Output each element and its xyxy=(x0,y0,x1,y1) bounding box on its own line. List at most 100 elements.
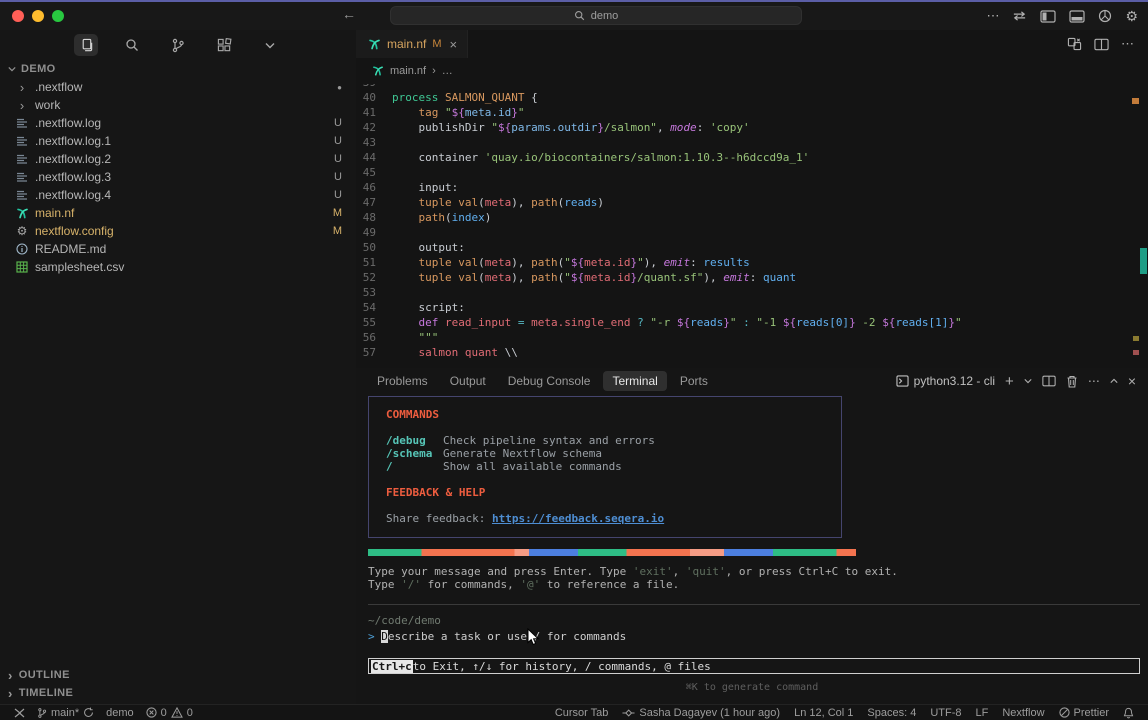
generate-command-hint: ⌘K to generate command xyxy=(356,681,1148,694)
code-line-47: 47 tuple val(meta), path(reads) xyxy=(356,195,1148,210)
encoding-indicator[interactable]: UTF-8 xyxy=(930,707,961,719)
panel-tab-terminal[interactable]: Terminal xyxy=(603,371,666,391)
maximize-window-button[interactable] xyxy=(52,10,64,22)
toggle-sidebar-icon[interactable] xyxy=(1040,10,1056,23)
error-icon xyxy=(146,707,157,718)
line-number: 43 xyxy=(356,135,392,150)
code-line-51: 51 tuple val(meta), path("${meta.id}"), … xyxy=(356,255,1148,270)
customize-layout-icon[interactable] xyxy=(1098,9,1112,23)
kill-terminal-trash-icon[interactable] xyxy=(1066,375,1078,388)
file-item--nextflow-log-3[interactable]: .nextflow.log.3U xyxy=(0,168,356,186)
file-name: .nextflow xyxy=(35,80,337,94)
git-status-badge: U xyxy=(334,117,342,129)
terminal-content[interactable]: COMMANDS /debugCheck pipeline syntax and… xyxy=(356,394,1148,704)
notifications-bell-icon[interactable] xyxy=(1123,707,1134,719)
file-name: samplesheet.csv xyxy=(35,260,342,274)
file-item--nextflow-log-4[interactable]: .nextflow.log.4U xyxy=(0,186,356,204)
file-name: README.md xyxy=(35,242,342,256)
code-line-42: 42 publishDir "${params.outdir}/salmon",… xyxy=(356,120,1148,135)
panel-tab-debug-console[interactable]: Debug Console xyxy=(499,371,600,391)
source-control-icon[interactable] xyxy=(166,34,190,56)
explorer-section-header[interactable]: DEMO xyxy=(0,60,356,78)
minimize-window-button[interactable] xyxy=(32,10,44,22)
window-controls xyxy=(12,10,64,22)
chevron-right-icon: › xyxy=(8,686,13,701)
panel-tab-output[interactable]: Output xyxy=(441,371,495,391)
panel-tab-ports[interactable]: Ports xyxy=(671,371,717,391)
git-blame-indicator[interactable]: Sasha Dagayev (1 hour ago) xyxy=(622,707,780,719)
command-center-search[interactable]: demo xyxy=(390,6,802,25)
git-branch-indicator[interactable]: main* xyxy=(37,707,94,719)
file-item-nextflow-config[interactable]: ⚙nextflow.configM xyxy=(0,222,356,240)
panel-tab-problems[interactable]: Problems xyxy=(368,371,437,391)
git-status-badge: U xyxy=(334,171,342,183)
remote-indicator-icon xyxy=(14,708,25,718)
prompt-placeholder: escribe a task or use / for commands xyxy=(388,630,626,643)
views-chevron-down-icon[interactable] xyxy=(258,34,282,56)
editor-scrollbar[interactable] xyxy=(1140,248,1147,274)
new-terminal-icon[interactable]: + xyxy=(1005,373,1014,390)
split-terminal-icon[interactable] xyxy=(1042,375,1056,387)
file-item-samplesheet-csv[interactable]: samplesheet.csv xyxy=(0,258,356,276)
tab-main-nf[interactable]: main.nf M × xyxy=(356,30,468,58)
toggle-panel-icon[interactable] xyxy=(1069,10,1085,23)
problems-indicator[interactable]: 0 0 xyxy=(146,707,193,719)
more-actions-icon[interactable]: ⋯ xyxy=(1121,36,1134,52)
code-editor[interactable]: 3940process SALMON_QUANT {41 tag "${meta… xyxy=(356,84,1148,368)
feedback-link[interactable]: https://feedback.seqera.io xyxy=(492,512,664,525)
split-editor-icon[interactable] xyxy=(1094,38,1109,51)
command-list: /debugCheck pipeline syntax and errors/s… xyxy=(386,434,831,473)
cursor-position-indicator[interactable]: Ln 12, Col 1 xyxy=(794,707,853,719)
tab-close-icon[interactable]: × xyxy=(450,37,458,52)
search-view-icon[interactable] xyxy=(120,34,144,56)
line-number: 47 xyxy=(356,195,392,210)
nextflow-icon xyxy=(14,207,30,220)
code-line-48: 48 path(index) xyxy=(356,210,1148,225)
extensions-icon[interactable] xyxy=(212,34,236,56)
git-branch-icon xyxy=(37,707,47,719)
project-indicator[interactable]: demo xyxy=(106,707,134,719)
eol-indicator[interactable]: LF xyxy=(976,707,989,719)
vscode-window: ← demo ⋯ ⚙ xyxy=(0,0,1148,720)
formatter-indicator[interactable]: Prettier xyxy=(1059,707,1109,719)
line-number: 44 xyxy=(356,150,392,165)
code-line-50: 50 output: xyxy=(356,240,1148,255)
file-item-main-nf[interactable]: main.nfM xyxy=(0,204,356,222)
file-item-README-md[interactable]: README.md xyxy=(0,240,356,258)
close-panel-icon[interactable]: × xyxy=(1128,373,1136,389)
file-name: work xyxy=(35,98,342,112)
outline-section-header[interactable]: › OUTLINE xyxy=(0,666,356,684)
remote-indicator[interactable] xyxy=(14,708,25,718)
file-item-work[interactable]: › work xyxy=(0,96,356,114)
open-changes-icon[interactable] xyxy=(1067,37,1082,51)
minimap-marker xyxy=(1132,98,1139,104)
terminal-prompt[interactable]: > Describe a task or use / for commands xyxy=(368,630,1148,643)
title-bar: ← demo ⋯ ⚙ xyxy=(0,2,1148,30)
line-number: 57 xyxy=(356,345,392,360)
sync-arrows-icon[interactable] xyxy=(1012,10,1027,22)
timeline-section-header[interactable]: › TIMELINE xyxy=(0,684,356,702)
breadcrumb[interactable]: main.nf › … xyxy=(356,58,1148,84)
feedback-line: Share feedback: https://feedback.seqera.… xyxy=(386,512,831,525)
back-button[interactable]: ← xyxy=(342,6,356,22)
language-mode-indicator[interactable]: Nextflow xyxy=(1002,707,1044,719)
file-item--nextflow-log-1[interactable]: .nextflow.log.1U xyxy=(0,132,356,150)
file-item--nextflow[interactable]: ›.nextflow● xyxy=(0,78,356,96)
panel-more-icon[interactable]: ⋯ xyxy=(1088,374,1100,388)
chevron-right-icon: › xyxy=(14,98,30,113)
explorer-icon[interactable] xyxy=(74,34,98,56)
git-status-badge: ● xyxy=(337,83,342,92)
file-item--nextflow-log-2[interactable]: .nextflow.log.2U xyxy=(0,150,356,168)
chevron-down-icon[interactable] xyxy=(1024,378,1032,384)
file-item--nextflow-log[interactable]: .nextflow.logU xyxy=(0,114,356,132)
cursor-tab-toggle[interactable]: Cursor Tab xyxy=(555,707,609,719)
code-line-43: 43 xyxy=(356,135,1148,150)
settings-gear-icon[interactable]: ⚙ xyxy=(1125,6,1138,26)
maximize-panel-icon[interactable] xyxy=(1110,378,1118,384)
more-actions-icon[interactable]: ⋯ xyxy=(986,6,999,26)
indentation-indicator[interactable]: Spaces: 4 xyxy=(867,707,916,719)
file-tree: ›.nextflow●›work.nextflow.logU.nextflow.… xyxy=(0,78,356,276)
terminal-shell-label[interactable]: python3.12 - cli xyxy=(896,374,995,388)
close-window-button[interactable] xyxy=(12,10,24,22)
log-file-icon xyxy=(14,135,30,147)
